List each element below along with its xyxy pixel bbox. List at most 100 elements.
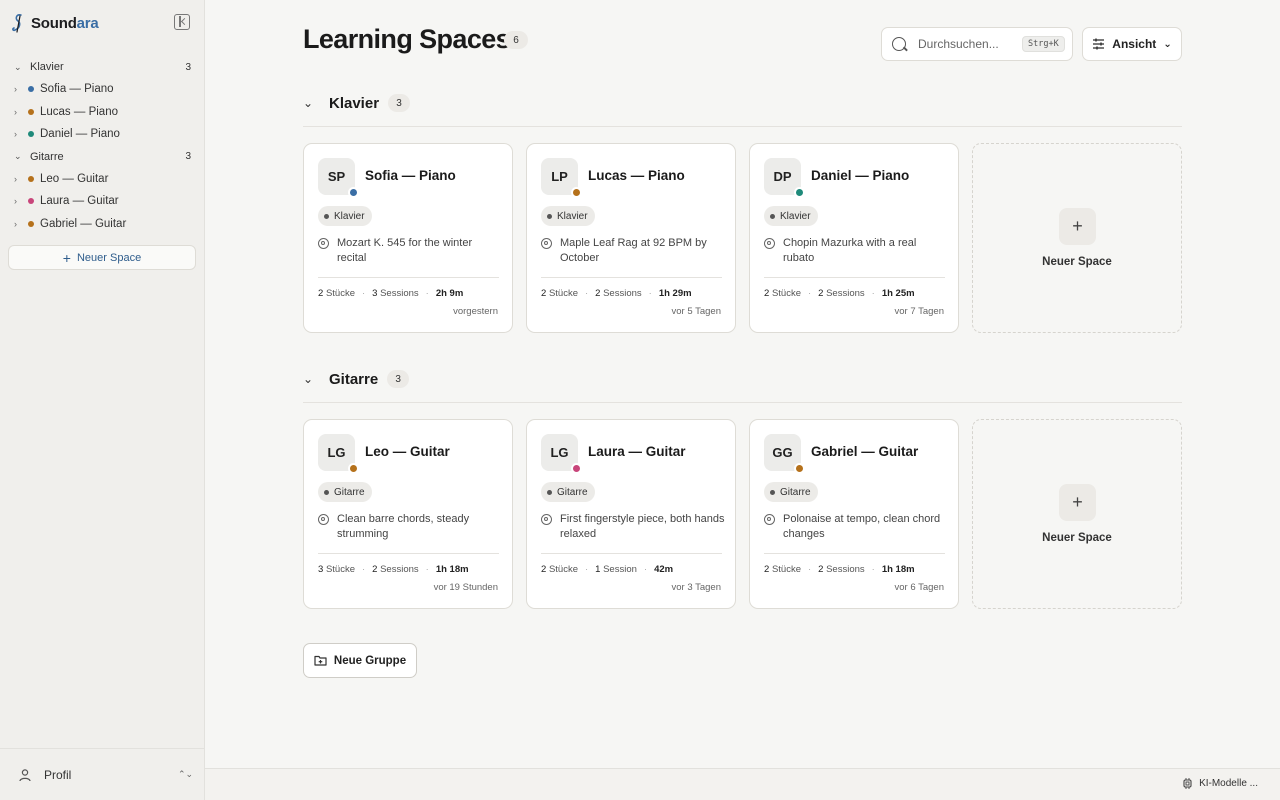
- sidebar: Soundara ⌄ Klavier 3 › Sofia — Piano › L…: [0, 0, 205, 800]
- sidebar-group-klavier[interactable]: ⌄ Klavier 3: [0, 56, 205, 78]
- brand[interactable]: Soundara: [10, 12, 99, 34]
- card-divider: [764, 553, 945, 554]
- chevron-down-icon: ⌄: [14, 61, 22, 72]
- new-space-card[interactable]: + Neuer Space: [972, 143, 1182, 333]
- last-activity: vor 19 Stunden: [433, 582, 498, 593]
- card-goal: Chopin Mazurka with a real rubato: [764, 236, 950, 266]
- target-icon: [318, 514, 329, 525]
- card-goal: Maple Leaf Rag at 92 BPM by October: [541, 236, 727, 266]
- group-tag: Klavier: [764, 206, 818, 226]
- plus-icon: +: [62, 249, 71, 266]
- sidebar-item-lucas[interactable]: › Lucas — Piano: [0, 101, 205, 124]
- sidebar-item-gabriel[interactable]: › Gabriel — Guitar: [0, 213, 205, 236]
- view-button[interactable]: Ansicht ⌄: [1082, 27, 1182, 61]
- color-dot-icon: [28, 86, 34, 93]
- new-group-label: Neue Gruppe: [333, 654, 407, 667]
- status-dot-icon: [794, 463, 805, 474]
- search-input[interactable]: [918, 37, 1014, 51]
- card-goal: Mozart K. 545 for the winter recital: [318, 236, 504, 266]
- sidebar-item-label: Daniel — Piano: [40, 128, 120, 141]
- sidebar-item-sofia[interactable]: › Sofia — Piano: [0, 78, 205, 101]
- card-divider: [318, 277, 499, 278]
- card-stats: 3 Stücke · 2 Sessions · 1h 18m: [318, 564, 469, 575]
- chevron-right-icon: ›: [14, 196, 17, 207]
- card-title: Daniel — Piano: [811, 168, 910, 183]
- avatar: LP: [541, 158, 582, 198]
- status-dot-icon: [571, 187, 582, 198]
- status-bar: KI-Modelle ...: [205, 768, 1280, 800]
- status-dot-icon: [348, 187, 359, 198]
- chevron-right-icon: ›: [14, 84, 17, 95]
- section-count: 3: [388, 94, 411, 112]
- plus-icon: +: [1059, 484, 1096, 521]
- profile-button[interactable]: Profil ⌃⌄: [0, 748, 205, 800]
- new-group-button[interactable]: Neue Gruppe: [303, 643, 417, 678]
- status-dot-icon: [794, 187, 805, 198]
- sidebar-group-gitarre[interactable]: ⌄ Gitarre 3: [0, 146, 205, 168]
- avatar: DP: [764, 158, 805, 198]
- sidebar-tree: ⌄ Klavier 3 › Sofia — Piano › Lucas — Pi…: [0, 56, 205, 235]
- sidebar-item-laura[interactable]: › Laura — Guitar: [0, 190, 205, 213]
- card-goal: First fingerstyle piece, both hands rela…: [541, 512, 727, 542]
- target-icon: [541, 238, 552, 249]
- space-card[interactable]: SP Sofia — Piano Klavier Mozart K. 545 f…: [303, 143, 513, 333]
- new-space-card[interactable]: + Neuer Space: [972, 419, 1182, 609]
- user-icon: [19, 768, 31, 781]
- new-space-label: Neuer Space: [1042, 256, 1112, 268]
- sidebar-item-label: Sofia — Piano: [40, 83, 114, 96]
- new-space-label: Neuer Space: [76, 251, 142, 264]
- chevron-down-icon: ⌄: [1163, 38, 1172, 50]
- space-card[interactable]: LG Leo — Guitar Gitarre Clean barre chor…: [303, 419, 513, 609]
- group-tag: Gitarre: [541, 482, 595, 502]
- dot-icon: [770, 213, 775, 219]
- chevron-down-icon: ⌄: [303, 372, 314, 386]
- brand-name: Soundara: [31, 14, 99, 32]
- chevron-right-icon: ›: [14, 218, 17, 229]
- sliders-icon: [1093, 38, 1105, 50]
- color-dot-icon: [28, 175, 34, 182]
- space-card[interactable]: GG Gabriel — Guitar Gitarre Polonaise at…: [749, 419, 959, 609]
- main-content: Learning Spaces 6 Strg+K Ansicht ⌄ ⌄ Kla…: [205, 0, 1280, 768]
- avatar: LG: [541, 434, 582, 474]
- new-space-button[interactable]: + Neuer Space: [8, 245, 196, 270]
- page-title: Learning Spaces: [303, 24, 511, 54]
- color-dot-icon: [28, 131, 34, 138]
- card-title: Laura — Guitar: [588, 444, 686, 459]
- profile-label: Profil: [44, 767, 72, 782]
- sidebar-group-label: Gitarre: [30, 150, 64, 163]
- sidebar-item-label: Leo — Guitar: [40, 172, 109, 185]
- last-activity: vor 5 Tagen: [671, 306, 721, 317]
- card-title: Leo — Guitar: [365, 444, 450, 459]
- ai-models-button[interactable]: KI-Modelle ...: [1182, 778, 1258, 789]
- search-box[interactable]: Strg+K: [881, 27, 1073, 61]
- color-dot-icon: [28, 220, 34, 227]
- sidebar-item-leo[interactable]: › Leo — Guitar: [0, 168, 205, 191]
- group-tag: Klavier: [318, 206, 372, 226]
- status-dot-icon: [348, 463, 359, 474]
- section-title: Gitarre: [329, 370, 379, 388]
- dot-icon: [324, 213, 329, 219]
- card-title: Sofia — Piano: [365, 168, 456, 183]
- space-card[interactable]: DP Daniel — Piano Klavier Chopin Mazurka…: [749, 143, 959, 333]
- color-dot-icon: [28, 108, 34, 115]
- logo-icon: [12, 14, 22, 33]
- sidebar-group-label: Klavier: [30, 61, 64, 73]
- collapse-sidebar-icon[interactable]: [174, 14, 190, 30]
- last-activity: vorgestern: [453, 306, 498, 317]
- card-goal: Polonaise at tempo, clean chord changes: [764, 512, 950, 542]
- target-icon: [318, 238, 329, 249]
- sidebar-item-daniel[interactable]: › Daniel — Piano: [0, 123, 205, 146]
- status-dot-icon: [571, 463, 582, 474]
- sidebar-item-label: Gabriel — Guitar: [40, 217, 127, 230]
- space-card[interactable]: LG Laura — Guitar Gitarre First fingerst…: [526, 419, 736, 609]
- section-header-klavier[interactable]: ⌄ Klavier 3: [303, 90, 411, 116]
- card-divider: [764, 277, 945, 278]
- space-card[interactable]: LP Lucas — Piano Klavier Maple Leaf Rag …: [526, 143, 736, 333]
- sidebar-item-label: Laura — Guitar: [40, 195, 119, 208]
- section-divider: [303, 402, 1182, 403]
- shortcut-hint: Strg+K: [1022, 36, 1065, 52]
- chevron-right-icon: ›: [14, 129, 17, 140]
- group-tag: Gitarre: [764, 482, 818, 502]
- section-header-gitarre[interactable]: ⌄ Gitarre 3: [303, 366, 410, 392]
- chevron-right-icon: ›: [14, 106, 17, 117]
